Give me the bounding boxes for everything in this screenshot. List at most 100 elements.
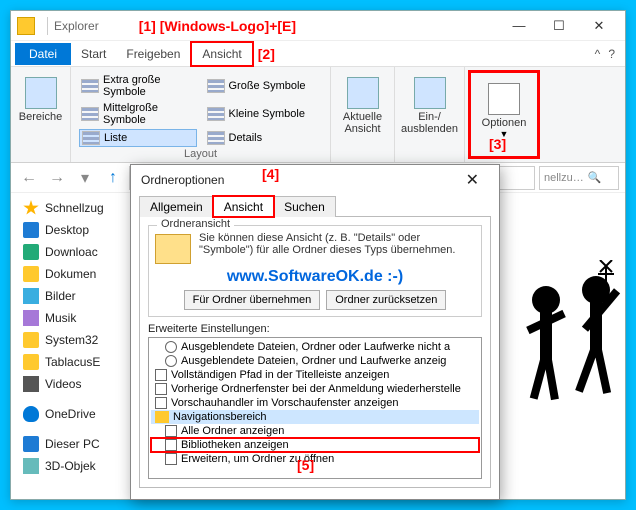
close-button[interactable]: ✕	[579, 11, 619, 41]
ribbon-group-show-hide: Ein-/ ausblenden	[395, 67, 465, 162]
panes-label: Bereiche	[19, 111, 62, 123]
forward-button[interactable]: →	[45, 166, 69, 190]
search-field[interactable]: nellzu…🔍	[539, 166, 619, 190]
options-label: Optionen	[482, 117, 527, 129]
menu-share[interactable]: Freigeben	[116, 43, 190, 65]
up-button[interactable]: ↑	[101, 166, 125, 190]
layout-small[interactable]: Kleine Symbole	[205, 101, 323, 127]
sidebar-item-onedrive[interactable]: OneDrive	[11, 403, 134, 425]
advanced-settings-tree[interactable]: Ausgeblendete Dateien, Ordner oder Laufw…	[148, 337, 482, 479]
layout-medium[interactable]: Mittelgroße Symbole	[79, 101, 197, 127]
current-view-label: Aktuelle Ansicht	[337, 111, 388, 135]
menubar: Datei Start Freigeben Ansicht [2] ^ ?	[11, 41, 625, 67]
recent-button[interactable]: ▾	[73, 166, 97, 190]
sidebar-item-quick-access[interactable]: Schnellzug	[11, 197, 134, 219]
folder-icon	[17, 17, 35, 35]
check-icon	[155, 369, 167, 381]
sidebar-item-documents[interactable]: Dokumen	[11, 263, 134, 285]
tree-label: Bibliotheken anzeigen	[181, 439, 289, 451]
layout-extra-large[interactable]: Extra große Symbole	[79, 73, 197, 99]
sidebar-item-this-pc[interactable]: Dieser PC	[11, 433, 134, 455]
ribbon-group-panes: Bereiche	[11, 67, 71, 162]
sidebar-item-music[interactable]: Musik	[11, 307, 134, 329]
search-placeholder: nellzu…	[544, 172, 584, 184]
layout-large[interactable]: Große Symbole	[205, 73, 323, 99]
sidebar-item-system32[interactable]: System32	[11, 329, 134, 351]
maximize-button[interactable]: ☐	[539, 11, 579, 41]
tree-label: Ausgeblendete Dateien, Ordner und Laufwe…	[181, 355, 446, 367]
radio-icon	[165, 341, 177, 353]
tree-check-expand-to-folder[interactable]: Erweitern, um Ordner zu öffnen	[151, 452, 479, 466]
dialog-body: Ordneransicht Sie können diese Ansicht (…	[139, 216, 491, 488]
star-icon	[23, 200, 39, 216]
sidebar-item-tablacus[interactable]: TablacusE	[11, 351, 134, 373]
tree-check-restore-windows[interactable]: Vorherige Ordnerfenster bei der Anmeldun…	[151, 382, 479, 396]
annotation-4: [4]	[262, 166, 279, 182]
tree-node-navigation-pane[interactable]: Navigationsbereich	[151, 410, 479, 424]
folder-options-dialog: Ordneroptionen ✕ Allgemein Ansicht Suche…	[130, 164, 500, 500]
tree-radio-hidden-hide[interactable]: Ausgeblendete Dateien, Ordner oder Laufw…	[151, 340, 479, 354]
panes-icon[interactable]	[25, 77, 57, 109]
options-icon	[488, 83, 520, 115]
tree-label: Alle Ordner anzeigen	[181, 425, 284, 437]
tree-label: Vollständigen Pfad in der Titelleiste an…	[171, 369, 389, 381]
radio-icon	[165, 355, 177, 367]
folder-icon	[23, 266, 39, 282]
tab-view[interactable]: Ansicht	[213, 196, 274, 217]
sidebar-item-pictures[interactable]: Bilder	[11, 285, 134, 307]
cloud-icon	[23, 406, 39, 422]
tree-check-fullpath[interactable]: Vollständigen Pfad in der Titelleiste an…	[151, 368, 479, 382]
titlebar: Explorer [1] [Windows-Logo]+[E] — ☐ ✕	[11, 11, 625, 41]
tree-radio-hidden-show[interactable]: Ausgeblendete Dateien, Ordner und Laufwe…	[151, 354, 479, 368]
check-icon	[165, 439, 177, 451]
layout-label: Mittelgroße Symbole	[103, 102, 195, 126]
layout-label: Details	[229, 132, 263, 144]
layout-icon	[81, 79, 99, 93]
tree-check-show-all-folders[interactable]: Alle Ordner anzeigen	[151, 424, 479, 438]
videos-icon	[23, 376, 39, 392]
layout-label: Kleine Symbole	[229, 108, 305, 120]
layout-list[interactable]: Liste	[79, 129, 197, 147]
folder-icon	[23, 332, 39, 348]
tree-check-show-libraries[interactable]: Bibliotheken anzeigen	[151, 438, 479, 452]
ribbon-group-current-view: Aktuelle Ansicht	[331, 67, 395, 162]
layout-details[interactable]: Details	[205, 129, 323, 147]
layout-icon	[207, 131, 225, 145]
reset-folders-button[interactable]: Ordner zurücksetzen	[326, 290, 446, 310]
tree-label: Vorherige Ordnerfenster bei der Anmeldun…	[171, 383, 461, 395]
pc-icon	[23, 436, 39, 452]
folder-icon	[155, 411, 169, 423]
music-icon	[23, 310, 39, 326]
layout-label: Extra große Symbole	[103, 74, 195, 98]
sidebar-item-downloads[interactable]: Downloac	[11, 241, 134, 263]
window-title: Explorer	[54, 19, 99, 33]
menu-file[interactable]: Datei	[15, 43, 71, 65]
show-hide-icon[interactable]	[414, 77, 446, 109]
menu-view[interactable]: Ansicht	[190, 41, 253, 67]
tree-check-preview-handler[interactable]: Vorschauhandler im Vorschaufenster anzei…	[151, 396, 479, 410]
annotation-2: [2]	[258, 46, 275, 62]
minimize-button[interactable]: —	[499, 11, 539, 41]
tab-general[interactable]: Allgemein	[139, 196, 214, 217]
sidebar-label: OneDrive	[45, 407, 96, 421]
collapse-ribbon-icon[interactable]: ^	[595, 47, 601, 61]
layout-group-label: Layout	[71, 148, 330, 160]
apply-to-folders-button[interactable]: Für Ordner übernehmen	[184, 290, 321, 310]
tab-search[interactable]: Suchen	[273, 196, 336, 217]
dialog-titlebar: Ordneroptionen ✕	[131, 165, 499, 195]
help-icon[interactable]: ?	[608, 47, 615, 61]
layout-icon	[207, 107, 225, 121]
sidebar-label: Musik	[45, 311, 76, 325]
current-view-icon[interactable]	[347, 77, 379, 109]
sidebar-item-3d-objects[interactable]: 3D-Objek	[11, 455, 134, 477]
ribbon-controls: ^ ?	[585, 43, 625, 65]
folder-view-fieldset: Ordneransicht Sie können diese Ansicht (…	[148, 225, 482, 317]
back-button[interactable]: ←	[17, 166, 41, 190]
sidebar-item-videos[interactable]: Videos	[11, 373, 134, 395]
dialog-tabs: Allgemein Ansicht Suchen	[131, 195, 499, 216]
sidebar-label: Videos	[45, 377, 81, 391]
sidebar-item-desktop[interactable]: Desktop	[11, 219, 134, 241]
dialog-close-button[interactable]: ✕	[456, 168, 489, 192]
menu-start[interactable]: Start	[71, 43, 116, 65]
ribbon-group-options[interactable]: Optionen ▼ [3]	[468, 70, 540, 159]
